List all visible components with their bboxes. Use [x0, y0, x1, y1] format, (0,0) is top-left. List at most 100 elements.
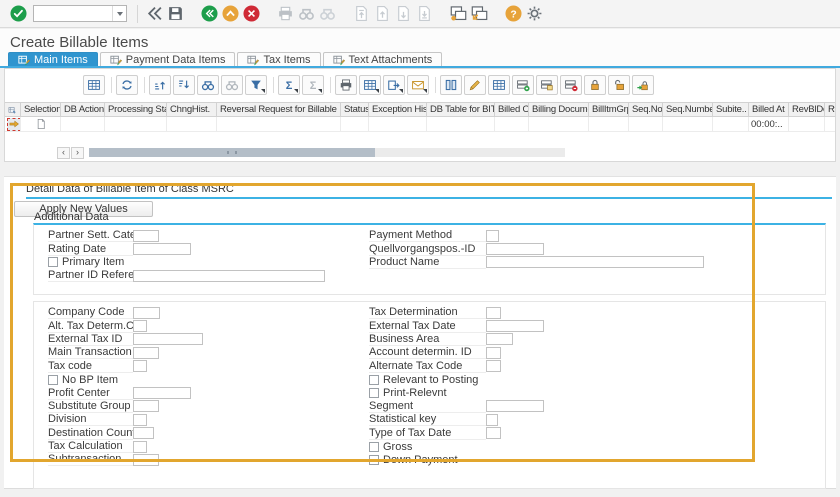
views-button[interactable] [359, 75, 381, 95]
checkbox-down-payment[interactable] [369, 455, 379, 465]
cancel-button[interactable] [243, 5, 260, 22]
grid-cell[interactable] [663, 117, 713, 131]
unlock-button[interactable] [608, 75, 630, 95]
scroll-right-button[interactable]: › [71, 147, 84, 159]
first-page-button[interactable] [353, 5, 370, 22]
page-up-button[interactable] [374, 5, 391, 22]
field-input-external-tax-id[interactable] [133, 333, 203, 345]
help-button[interactable] [505, 5, 522, 22]
combo-dropdown-icon[interactable] [112, 6, 126, 21]
column-header-rvdoc[interactable]: RvDoc [825, 103, 836, 116]
grid-cell[interactable] [629, 117, 663, 131]
column-header-subite-[interactable]: Subite.. [713, 103, 749, 116]
checkbox-primary-item[interactable] [48, 257, 58, 267]
collapse-toolbar-button[interactable] [146, 5, 163, 22]
select-all-corner-icon[interactable] [5, 103, 21, 116]
send-button[interactable] [407, 75, 429, 95]
back-button[interactable] [201, 5, 218, 22]
enter-button[interactable] [10, 5, 27, 22]
tab-payment-data-items[interactable]: Payment Data Items [100, 52, 236, 66]
create-shortcut-button[interactable] [471, 5, 488, 22]
field-input-division[interactable] [133, 414, 147, 426]
tab-tax-items[interactable]: Tax Items [237, 52, 320, 66]
field-input-quellvorgangspos-id[interactable] [486, 243, 544, 255]
field-input-substitute-group[interactable] [133, 400, 159, 412]
refresh-button[interactable] [116, 75, 138, 95]
field-input-tax-determination[interactable] [486, 307, 501, 319]
sort-ascending-button[interactable] [149, 75, 171, 95]
tab-main-items[interactable]: Main Items [8, 52, 98, 66]
column-header-reversal-request-for-billable-items[interactable]: Reversal Request for Billable Items [217, 103, 341, 116]
column-layout-button[interactable] [440, 75, 462, 95]
field-input-subtransaction[interactable] [133, 454, 159, 466]
edit-button[interactable] [464, 75, 486, 95]
table-view-button[interactable] [488, 75, 510, 95]
grid-cell[interactable] [427, 117, 495, 131]
column-header-processing-status[interactable]: Processing Status [105, 103, 167, 116]
print-button[interactable] [277, 5, 294, 22]
find-next-button[interactable] [221, 75, 243, 95]
export-button[interactable] [383, 75, 405, 95]
last-page-button[interactable] [416, 5, 433, 22]
grid-cell[interactable] [21, 117, 61, 131]
field-input-external-tax-date[interactable] [486, 320, 544, 332]
insert-row-button[interactable] [512, 75, 534, 95]
column-header-chnghist-[interactable]: ChngHist. [167, 103, 217, 116]
field-input-alternate-tax-code[interactable] [486, 360, 501, 372]
column-header-billed-at[interactable]: Billed At [749, 103, 789, 116]
field-input-main-transaction[interactable] [133, 347, 159, 359]
lock-button[interactable] [584, 75, 606, 95]
grid-cell[interactable] [369, 117, 427, 131]
scrollbar-thumb[interactable] [89, 148, 375, 157]
adopt-rows-button[interactable] [632, 75, 654, 95]
field-input-alt-tax-determ-code[interactable] [133, 320, 147, 332]
grid-cell[interactable] [61, 117, 105, 131]
grid-cell[interactable] [167, 117, 217, 131]
field-input-partner-id-reference[interactable] [133, 270, 325, 282]
field-input-profit-center[interactable] [133, 387, 191, 399]
field-input-account-determin-id[interactable] [486, 347, 501, 359]
column-header-seq-number[interactable]: Seq.Number [663, 103, 713, 116]
field-input-type-of-tax-date[interactable] [486, 427, 501, 439]
total-button[interactable] [278, 75, 300, 95]
row-selection-cell[interactable] [7, 118, 21, 131]
filter-button[interactable] [245, 75, 267, 95]
column-header-db-action[interactable]: DB Action [61, 103, 105, 116]
find-button[interactable] [197, 75, 219, 95]
grid-cell[interactable] [529, 117, 589, 131]
command-input[interactable] [34, 7, 112, 20]
column-header-billitmgrp[interactable]: BillItmGrp [589, 103, 629, 116]
grid-cell[interactable] [495, 117, 529, 131]
grid-cell[interactable] [825, 117, 836, 131]
field-input-product-name[interactable] [486, 256, 704, 268]
column-header-seq-no-[interactable]: Seq.No. [629, 103, 663, 116]
print-button[interactable] [335, 75, 357, 95]
delete-row-button[interactable] [560, 75, 582, 95]
field-input-partner-sett-categ-[interactable] [133, 230, 159, 242]
field-input-tax-code[interactable] [133, 360, 147, 372]
checkbox-print-relevnt[interactable] [369, 388, 379, 398]
grid-cell[interactable] [341, 117, 369, 131]
column-header-revbldoc-[interactable]: RevBlDoc. [789, 103, 825, 116]
checkbox-gross[interactable] [369, 442, 379, 452]
column-header-billing-document[interactable]: Billing Document [529, 103, 589, 116]
grid-cell[interactable] [217, 117, 341, 131]
exit-button[interactable] [222, 5, 239, 22]
column-header-exception-history[interactable]: Exception History [369, 103, 427, 116]
field-input-tax-calculation[interactable] [133, 441, 147, 453]
field-input-statistical-key[interactable] [486, 414, 498, 426]
grid-cell[interactable] [105, 117, 167, 131]
table-settings-button[interactable] [83, 75, 105, 95]
checkbox-relevant-to-posting[interactable] [369, 375, 379, 385]
column-header-db-table-for-bits[interactable]: DB Table for BITs [427, 103, 495, 116]
find-next-button[interactable] [319, 5, 336, 22]
subtotal-button[interactable] [302, 75, 324, 95]
save-button[interactable] [167, 5, 184, 22]
grid-cell[interactable]: 00:00:.. [749, 117, 789, 131]
grid-cell[interactable] [589, 117, 629, 131]
page-down-button[interactable] [395, 5, 412, 22]
column-header-status[interactable]: Status [341, 103, 369, 116]
grid-cell[interactable] [789, 117, 825, 131]
grid-cell[interactable] [713, 117, 749, 131]
field-input-business-area[interactable] [486, 333, 513, 345]
